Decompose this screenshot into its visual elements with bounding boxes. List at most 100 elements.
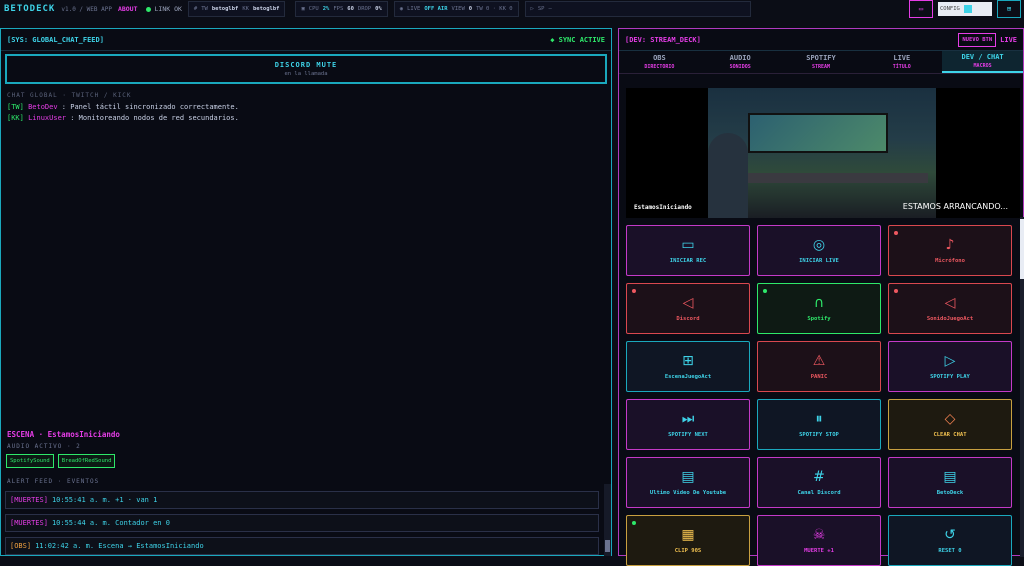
button-label: Spotify [807,315,831,322]
link-status: LINK OK [154,5,182,13]
stats-box: ▣ CPU 2% FPS 60 DROP 0% [295,1,388,17]
video-camera-icon: ▭ [681,236,695,253]
play-icon: ▷ [530,6,534,12]
death-counter-button[interactable]: ☠ MUERTE +1 [757,515,881,566]
deck-tabs: OBS DIRECTORIO AUDIO SONIDOS SPOTIFY STREAM… [619,51,1023,74]
clear-chat-button[interactable]: ◇ CLEAR CHAT [888,399,1012,450]
viewer-counts: TW 0 · KK 0 [476,6,513,12]
preview-caption: ESTAMOS ARRANCANDO... [902,202,1008,211]
button-label: INICIAR LIVE [799,257,839,264]
youtube-video-button[interactable]: ▤ Ultimo Video De Youtube [626,457,750,508]
alert-scrollbar[interactable] [604,484,611,556]
live-label: LIVE [407,6,421,12]
panic-button[interactable]: ⚠ PANIC [757,341,881,392]
tab-dev-chat[interactable]: DEV / CHAT MACROS [942,51,1023,73]
button-label: SPOTIFY PLAY [930,373,970,380]
sp-track: — [548,6,552,12]
tab-spotify[interactable]: SPOTIFY STREAM [781,51,862,73]
video-camera-icon: ▭ [918,5,924,13]
grid-icon: ⊞ [1006,5,1012,13]
app-logo: BETODECK [4,4,56,14]
spotify-stop-button[interactable]: ⏸ SPOTIFY STOP [757,399,881,450]
clip-button[interactable]: ▦ CLIP 90S [626,515,750,566]
spotify-audio-button[interactable]: ∩ Spotify [757,283,881,334]
deck-panel-title: [DEV: STREAM_DECK] [625,35,701,44]
chat-panel: [SYS: GLOBAL_CHAT_FEED] ◆ SYNC ACTIVE DIS… [0,28,612,556]
grid-menu-button[interactable]: ⊞ [997,0,1021,18]
about-link[interactable]: ABOUT [118,5,138,13]
new-button[interactable]: NUEVO BTN [958,32,997,47]
chat-message: [TW] BetoDev : Panel táctil sincronizado… [7,103,239,111]
live-box: ◉ LIVE OFF AIR VIEW 0 TW 0 · KK 0 [393,1,519,17]
chat-panel-title: [SYS: GLOBAL_CHAT_FEED] [7,35,104,44]
fps-value: 60 [347,6,354,12]
clapperboard-icon: ▤ [943,468,957,485]
tab-audio[interactable]: AUDIO SONIDOS [700,51,781,73]
hash-icon: # [813,468,825,485]
preview-image [708,88,936,218]
start-live-button[interactable]: ◎ INICIAR LIVE [757,225,881,276]
button-label: INICIAR REC [669,257,707,264]
alert-feed: [MUERTES] 10:55:41 a. m. +1 · van 1 [MUER… [5,491,599,560]
discord-channel-button[interactable]: # Canal Discord [757,457,881,508]
eraser-icon: ◇ [944,410,956,427]
discord-audio-button[interactable]: ◁ Discord [626,283,750,334]
drop-label: DROP [357,6,372,12]
config-toggle[interactable]: CONFIG [938,2,992,16]
microphone-icon: ♪ [945,236,955,253]
button-label: SPOTIFY STOP [799,431,839,438]
button-label: SonidoJuegoAct [926,315,974,322]
deck-scrollbar[interactable] [1020,217,1024,557]
spotify-play-button[interactable]: ▷ SPOTIFY PLAY [888,341,1012,392]
record-button[interactable]: ▭ [909,0,933,18]
speaker-icon: ◁ [944,294,956,311]
mute-subtitle: en la llamada [284,71,328,77]
skip-next-icon: ⏭ [681,410,695,427]
audio-chip[interactable]: BreadOfRedSound [57,454,116,468]
hash-icon: # [193,6,198,12]
game-sound-button[interactable]: ◁ SonidoJuegoAct [888,283,1012,334]
tab-obs[interactable]: OBS DIRECTORIO [619,51,700,73]
play-icon: ▷ [944,352,956,369]
mute-title: DISCORD MUTE [274,61,338,69]
button-label: Micrófono [935,257,965,264]
cpu-value: 2% [322,6,330,12]
button-label: MUERTE +1 [804,547,834,554]
broadcast-icon: ◎ [812,236,826,253]
reset-counter-button[interactable]: ↺ RESET 0 [888,515,1012,566]
microphone-button[interactable]: ♪ Micrófono [888,225,1012,276]
button-label: Ultimo Video De Youtube [649,489,727,496]
tw-user: betoglbf [211,6,239,12]
pause-icon: ⏸ [815,410,823,427]
live-badge: LIVE [1000,35,1017,44]
reset-icon: ↺ [944,526,956,543]
sync-status: ◆ SYNC ACTIVE [550,35,605,44]
view-value: 0 [468,6,473,12]
betodeck-button[interactable]: ▤ BetoDeck [888,457,1012,508]
audio-active-label: AUDIO ACTIVO · 2 [7,443,81,450]
cpu-icon: ▣ [301,6,305,12]
chat-message: [KK] LinuxUser : Monitoreando nodos de r… [7,114,239,122]
button-label: Canal Discord [797,489,841,496]
tw-label: TW [201,6,208,12]
deck-grid: ▭ INICIAR REC ◎ INICIAR LIVE ♪ Micrófono ◁ D… [626,225,1012,566]
alert-row: [OBS] 11:02:42 a. m. Escena → EstamosInic… [5,537,599,555]
stream-preview: ESTAMOS ARRANCANDO... EstamosIniciando [626,88,1020,218]
audio-chip[interactable]: SpotifySound [6,454,54,468]
spotify-next-button[interactable]: ⏭ SPOTIFY NEXT [626,399,750,450]
top-bar: BETODECK v1.0 / WEB APP ABOUT LINK OK # … [0,0,1024,18]
start-recording-button[interactable]: ▭ INICIAR REC [626,225,750,276]
discord-mute-button[interactable]: DISCORD MUTE en la llamada [5,54,607,84]
alert-row: [MUERTES] 10:55:44 a. m. Contador en 0 [5,514,599,532]
tab-live[interactable]: LIVE TÍTULO [861,51,942,73]
siren-icon: ⚠ [812,352,826,369]
game-scene-button[interactable]: ⊞ EscenaJuegoAct [626,341,750,392]
cpu-label: CPU [308,6,319,12]
kk-label: KK [242,6,249,12]
button-label: CLIP 90S [674,547,702,554]
preview-scene-label: EstamosIniciando [634,204,692,211]
current-scene: ESCENA · EstamosIniciando [7,430,120,439]
view-label: VIEW [451,6,465,12]
speaker-icon: ◁ [682,294,694,311]
drop-value: 0% [375,6,382,12]
